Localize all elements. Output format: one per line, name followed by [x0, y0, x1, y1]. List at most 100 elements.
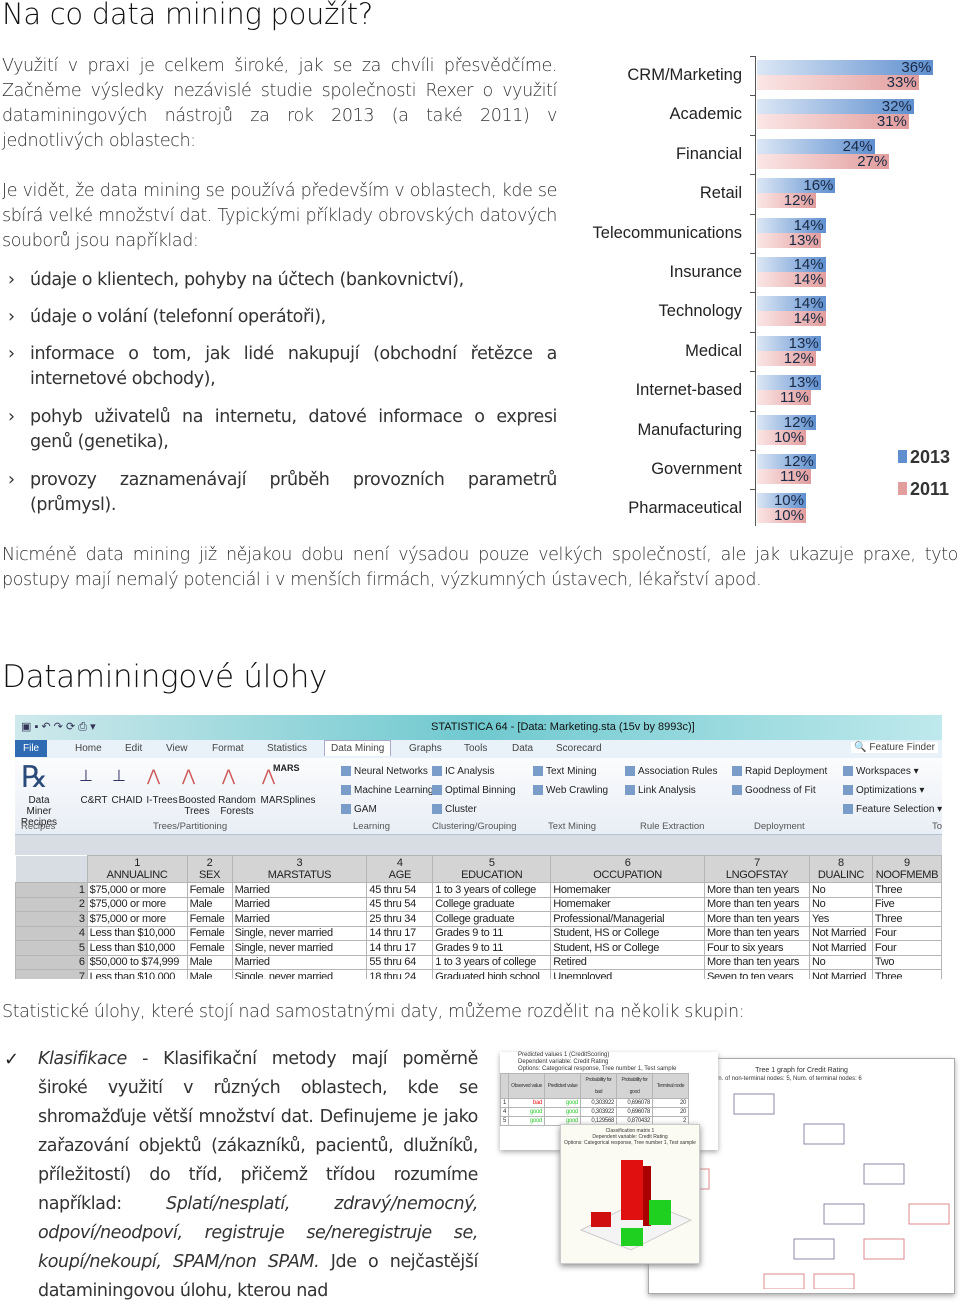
table-cell[interactable]: $75,000 or more [86, 911, 188, 927]
table-cell[interactable]: Single, never married [231, 969, 368, 979]
table-cell[interactable]: College graduate [432, 896, 552, 912]
tab-data-mining[interactable]: Data Mining [324, 740, 392, 756]
tab-file[interactable]: File [15, 740, 48, 757]
table-cell[interactable]: Not Married [808, 969, 873, 979]
table-cell[interactable]: Male [186, 969, 233, 979]
row-number[interactable]: 4 [15, 925, 88, 941]
tab-data[interactable]: Data [512, 743, 533, 754]
table-cell[interactable]: 55 thru 64 [366, 954, 434, 970]
table-cell[interactable]: Unemployed [550, 969, 705, 979]
table-cell[interactable]: More than ten years [704, 925, 810, 941]
table-cell[interactable]: Homemaker [550, 882, 705, 898]
table-cell[interactable]: Grades 9 to 11 [432, 940, 552, 956]
table-cell[interactable]: No [808, 954, 873, 970]
table-cell[interactable]: More than ten years [704, 882, 810, 898]
table-cell[interactable]: Male [186, 896, 233, 912]
table-cell[interactable]: Four [871, 925, 942, 941]
tab-edit[interactable]: Edit [125, 743, 142, 754]
feature-finder[interactable]: 🔍 Feature Finder [851, 742, 938, 753]
table-cell[interactable]: 14 thru 17 [366, 940, 434, 956]
ribbon-button[interactable]: Association Rules [625, 766, 717, 778]
table-cell[interactable]: $75,000 or more [86, 896, 188, 912]
column-header[interactable]: 7 LNGOFSTAY [704, 855, 810, 883]
tab-graphs[interactable]: Graphs [409, 743, 442, 754]
ribbon-button[interactable]: Workspaces ▾ [843, 766, 919, 778]
table-cell[interactable]: $75,000 or more [86, 882, 188, 898]
ribbon-button[interactable]: MARSplines [258, 795, 318, 806]
ribbon-button[interactable]: Feature Selection ▾ [843, 804, 942, 816]
table-cell[interactable]: Male [186, 954, 233, 970]
ribbon-button[interactable]: I-Trees [143, 795, 181, 806]
tab-scorecard[interactable]: Scorecard [556, 743, 602, 754]
table-cell[interactable]: Professional/Managerial [550, 911, 705, 927]
table-cell[interactable]: Female [186, 911, 233, 927]
row-number[interactable]: 2 [15, 896, 88, 912]
table-cell[interactable]: Three [871, 911, 942, 927]
table-cell[interactable]: 1 to 3 years of college [432, 954, 552, 970]
ribbon-button[interactable]: Random Forests [218, 795, 256, 817]
tab-format[interactable]: Format [212, 743, 244, 754]
ribbon-button[interactable]: Optimizations ▾ [843, 785, 924, 797]
table-cell[interactable]: Married [231, 954, 368, 970]
table-cell[interactable]: Student, HS or College [550, 925, 705, 941]
ribbon-button[interactable]: Web Crawling [533, 785, 608, 797]
table-cell[interactable]: Single, never married [231, 940, 368, 956]
table-cell[interactable]: Three [871, 969, 942, 979]
table-cell[interactable]: 25 thru 34 [366, 911, 434, 927]
table-cell[interactable]: Married [231, 882, 368, 898]
table-cell[interactable]: No [808, 896, 873, 912]
row-number[interactable]: 7 [15, 969, 88, 979]
column-header[interactable]: 6 OCCUPATION [550, 855, 705, 883]
ribbon-button[interactable]: Neural Networks [341, 766, 428, 778]
ribbon-button[interactable]: Optimal Binning [432, 785, 516, 797]
column-header[interactable]: 3 MARSTATUS [231, 855, 368, 883]
table-cell[interactable]: More than ten years [704, 954, 810, 970]
table-cell[interactable]: 1 to 3 years of college [432, 882, 552, 898]
row-number[interactable]: 1 [15, 882, 88, 898]
table-cell[interactable]: Homemaker [550, 896, 705, 912]
ribbon-button[interactable]: CHAID [108, 795, 146, 806]
row-number[interactable]: 3 [15, 911, 88, 927]
tab-statistics[interactable]: Statistics [267, 743, 307, 754]
row-number[interactable]: 5 [15, 940, 88, 956]
ribbon-button[interactable]: Cluster [432, 804, 477, 816]
table-cell[interactable]: Single, never married [231, 925, 368, 941]
table-cell[interactable]: Less than $10,000 [86, 940, 188, 956]
table-cell[interactable]: 45 thru 54 [366, 896, 434, 912]
table-cell[interactable]: Four [871, 940, 942, 956]
table-cell[interactable]: $50,000 to $74,999 [86, 954, 188, 970]
ribbon-button[interactable]: Rapid Deployment [732, 766, 827, 778]
ribbon-button[interactable]: Text Mining [533, 766, 597, 778]
column-header[interactable]: 5 EDUCATION [432, 855, 552, 883]
table-cell[interactable]: Female [186, 882, 233, 898]
table-cell[interactable]: Graduated high school [432, 969, 552, 979]
table-cell[interactable]: 18 thru 24 [366, 969, 434, 979]
table-cell[interactable]: No [808, 882, 873, 898]
ribbon-button[interactable]: Machine Learning [341, 785, 434, 797]
column-header[interactable]: 8 DUALINC [808, 855, 873, 883]
table-cell[interactable]: Less than $10,000 [86, 969, 188, 979]
column-header[interactable]: 4 AGE [366, 855, 434, 883]
row-number[interactable]: 6 [15, 954, 88, 970]
table-cell[interactable]: 45 thru 54 [366, 882, 434, 898]
table-cell[interactable]: College graduate [432, 911, 552, 927]
table-cell[interactable]: Yes [808, 911, 873, 927]
table-cell[interactable]: Four to six years [704, 940, 810, 956]
column-header[interactable]: 9 NOOFMEMB [871, 855, 942, 883]
table-cell[interactable]: Married [231, 911, 368, 927]
tab-tools[interactable]: Tools [464, 743, 487, 754]
table-cell[interactable]: Female [186, 940, 233, 956]
tab-view[interactable]: View [166, 743, 188, 754]
ribbon-button[interactable]: Link Analysis [625, 785, 696, 797]
ribbon-button[interactable]: IC Analysis [432, 766, 494, 778]
ribbon-button[interactable]: Boosted Trees [178, 795, 216, 817]
column-header[interactable]: 2 SEX [186, 855, 233, 883]
table-cell[interactable]: More than ten years [704, 911, 810, 927]
table-cell[interactable]: Seven to ten years [704, 969, 810, 979]
column-header[interactable]: 1 ANNUALINC [86, 855, 188, 883]
table-cell[interactable]: Female [186, 925, 233, 941]
table-cell[interactable]: Grades 9 to 11 [432, 925, 552, 941]
tab-home[interactable]: Home [75, 743, 102, 754]
table-cell[interactable]: Five [871, 896, 942, 912]
table-cell[interactable]: Retired [550, 954, 705, 970]
